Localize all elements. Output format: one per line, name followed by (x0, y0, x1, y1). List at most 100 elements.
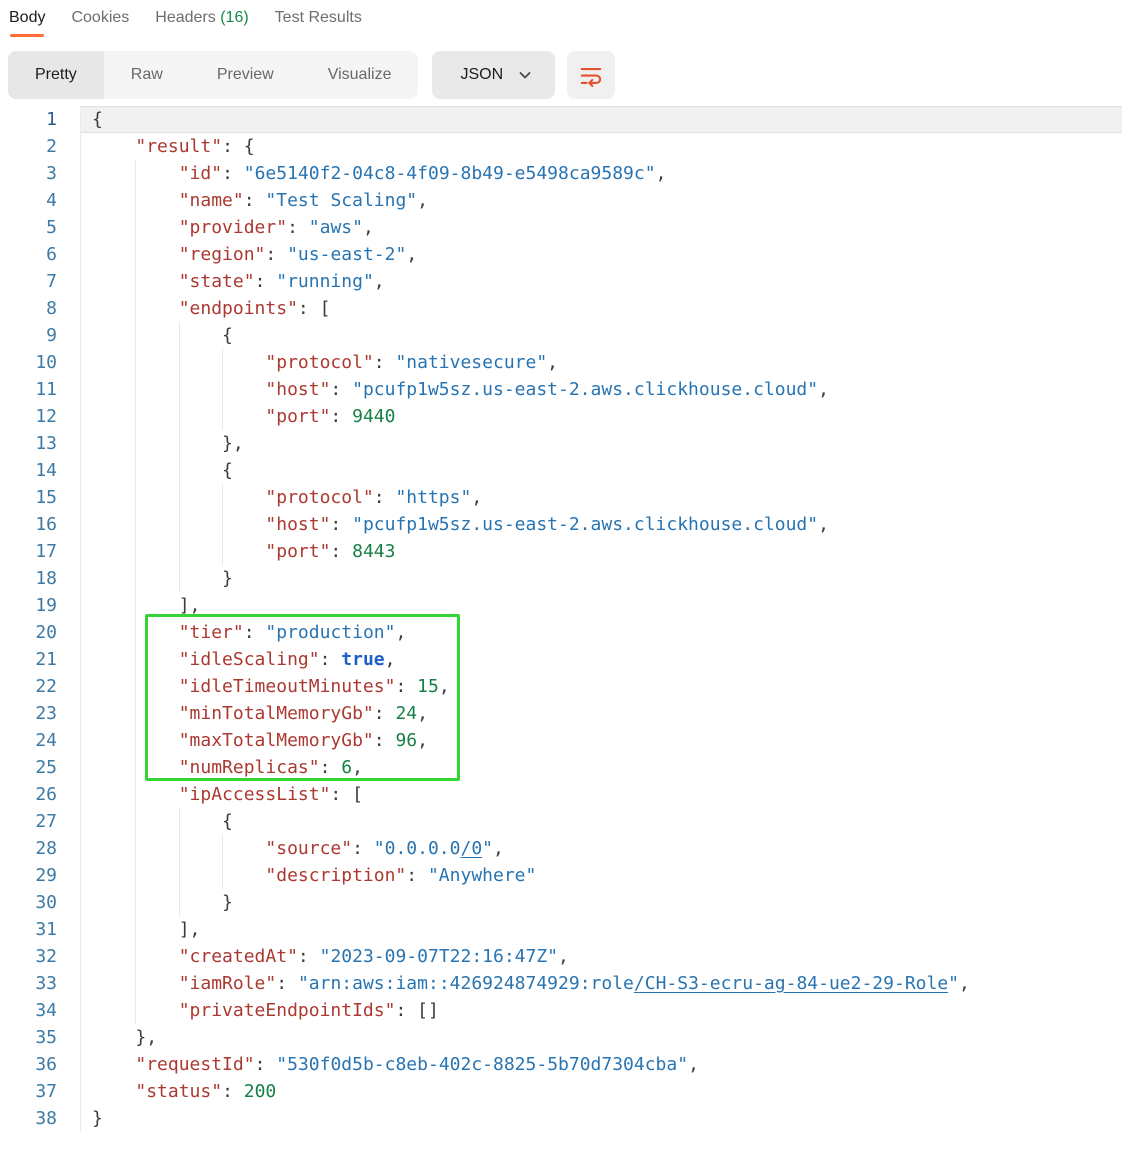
code-line-content: "requestId": "530f0d5b-c8eb-402c-8825-5b… (81, 1051, 1122, 1078)
json-pretty-view: 1{2 "result": {3 "id": "6e5140f2-04c8-4f… (0, 106, 1122, 1132)
line-number: 38 (0, 1105, 81, 1132)
tab-body[interactable]: Body (9, 9, 45, 37)
indent-guide (222, 862, 223, 889)
code-line-content: }, (81, 1024, 1122, 1051)
code-line: 2 "result": { (0, 133, 1122, 160)
code-line: 13 }, (0, 430, 1122, 457)
line-number: 25 (0, 754, 81, 781)
body-format-label: JSON (460, 66, 503, 84)
line-number: 9 (0, 322, 81, 349)
view-pretty[interactable]: Pretty (8, 51, 104, 99)
tab-test-results[interactable]: Test Results (275, 9, 362, 37)
code-line-content: "protocol": "https", (81, 484, 1122, 511)
response-body-editor[interactable]: 1{2 "result": {3 "id": "6e5140f2-04c8-4f… (0, 106, 1122, 1132)
line-number: 11 (0, 376, 81, 403)
code-line: 24 "maxTotalMemoryGb": 96, (0, 727, 1122, 754)
indent-guide (135, 511, 136, 538)
code-line-content: } (81, 1105, 1122, 1132)
code-line-content: ], (81, 592, 1122, 619)
indent-guide (179, 862, 180, 889)
code-line: 30 } (0, 889, 1122, 916)
code-line-content: "name": "Test Scaling", (81, 187, 1122, 214)
code-line-content: "idleScaling": true, (81, 646, 1122, 673)
line-number: 30 (0, 889, 81, 916)
code-line-content: "id": "6e5140f2-04c8-4f09-8b49-e5498ca95… (81, 160, 1122, 187)
code-line-content: "host": "pcufp1w5sz.us-east-2.aws.clickh… (81, 376, 1122, 403)
code-line: 19 ], (0, 592, 1122, 619)
code-line-content: "status": 200 (81, 1078, 1122, 1105)
code-line-content: "protocol": "nativesecure", (81, 349, 1122, 376)
indent-guide (179, 538, 180, 565)
code-line: 15 "protocol": "https", (0, 484, 1122, 511)
indent-guide (135, 349, 136, 376)
code-line: 31 ], (0, 916, 1122, 943)
line-number: 20 (0, 619, 81, 646)
code-line-content: "source": "0.0.0.0/0", (81, 835, 1122, 862)
code-line: 12 "port": 9440 (0, 403, 1122, 430)
code-line-content: "createdAt": "2023-09-07T22:16:47Z", (81, 943, 1122, 970)
indent-guide (135, 619, 136, 646)
body-toolbar: Pretty Raw Preview Visualize JSON (8, 51, 1122, 99)
indent-guide (179, 565, 180, 592)
response-tabs: Body Cookies Headers (16) Test Results (0, 0, 1122, 37)
line-number: 19 (0, 592, 81, 619)
line-number: 31 (0, 916, 81, 943)
indent-guide (135, 673, 136, 700)
code-line-content: { (81, 457, 1122, 484)
code-line: 25 "numReplicas": 6, (0, 754, 1122, 781)
code-line-content: "port": 9440 (81, 403, 1122, 430)
line-number: 18 (0, 565, 81, 592)
code-line: 36 "requestId": "530f0d5b-c8eb-402c-8825… (0, 1051, 1122, 1078)
code-line: 26 "ipAccessList": [ (0, 781, 1122, 808)
line-number: 13 (0, 430, 81, 457)
code-line: 10 "protocol": "nativesecure", (0, 349, 1122, 376)
line-number: 14 (0, 457, 81, 484)
tab-headers[interactable]: Headers (16) (155, 9, 248, 37)
code-line-content: "state": "running", (81, 268, 1122, 295)
indent-guide (222, 511, 223, 538)
code-line-content: } (81, 565, 1122, 592)
tab-test-results-label: Test Results (275, 9, 362, 26)
wrap-text-button[interactable] (567, 51, 615, 99)
tab-body-label: Body (9, 9, 45, 26)
indent-guide (222, 403, 223, 430)
indent-guide (222, 538, 223, 565)
indent-guide (135, 862, 136, 889)
line-number: 5 (0, 214, 81, 241)
indent-guide (179, 403, 180, 430)
code-line-content: "host": "pcufp1w5sz.us-east-2.aws.clickh… (81, 511, 1122, 538)
code-line: 32 "createdAt": "2023-09-07T22:16:47Z", (0, 943, 1122, 970)
view-raw[interactable]: Raw (104, 51, 190, 99)
code-line-content: { (81, 322, 1122, 349)
line-number: 12 (0, 403, 81, 430)
code-line-content: "privateEndpointIds": [] (81, 997, 1122, 1024)
indent-guide (135, 295, 136, 322)
line-number: 28 (0, 835, 81, 862)
view-visualize[interactable]: Visualize (301, 51, 419, 99)
line-number: 3 (0, 160, 81, 187)
code-line: 1{ (0, 106, 1122, 133)
code-line: 23 "minTotalMemoryGb": 24, (0, 700, 1122, 727)
tab-cookies-label: Cookies (71, 9, 129, 26)
indent-guide (135, 430, 136, 457)
line-number: 29 (0, 862, 81, 889)
line-number: 36 (0, 1051, 81, 1078)
indent-guide (179, 808, 180, 835)
code-line: 3 "id": "6e5140f2-04c8-4f09-8b49-e5498ca… (0, 160, 1122, 187)
line-number: 17 (0, 538, 81, 565)
body-format-dropdown[interactable]: JSON (432, 51, 555, 99)
tab-cookies[interactable]: Cookies (71, 9, 129, 37)
code-line: 29 "description": "Anywhere" (0, 862, 1122, 889)
code-line: 18 } (0, 565, 1122, 592)
code-line-content: "result": { (81, 133, 1122, 160)
indent-guide (135, 376, 136, 403)
indent-guide (135, 457, 136, 484)
code-line-content: "tier": "production", (81, 619, 1122, 646)
view-preview[interactable]: Preview (190, 51, 301, 99)
code-line-content: "numReplicas": 6, (81, 754, 1122, 781)
line-number: 6 (0, 241, 81, 268)
code-line: 9 { (0, 322, 1122, 349)
indent-guide (135, 538, 136, 565)
indent-guide (135, 835, 136, 862)
code-line-content: "endpoints": [ (81, 295, 1122, 322)
